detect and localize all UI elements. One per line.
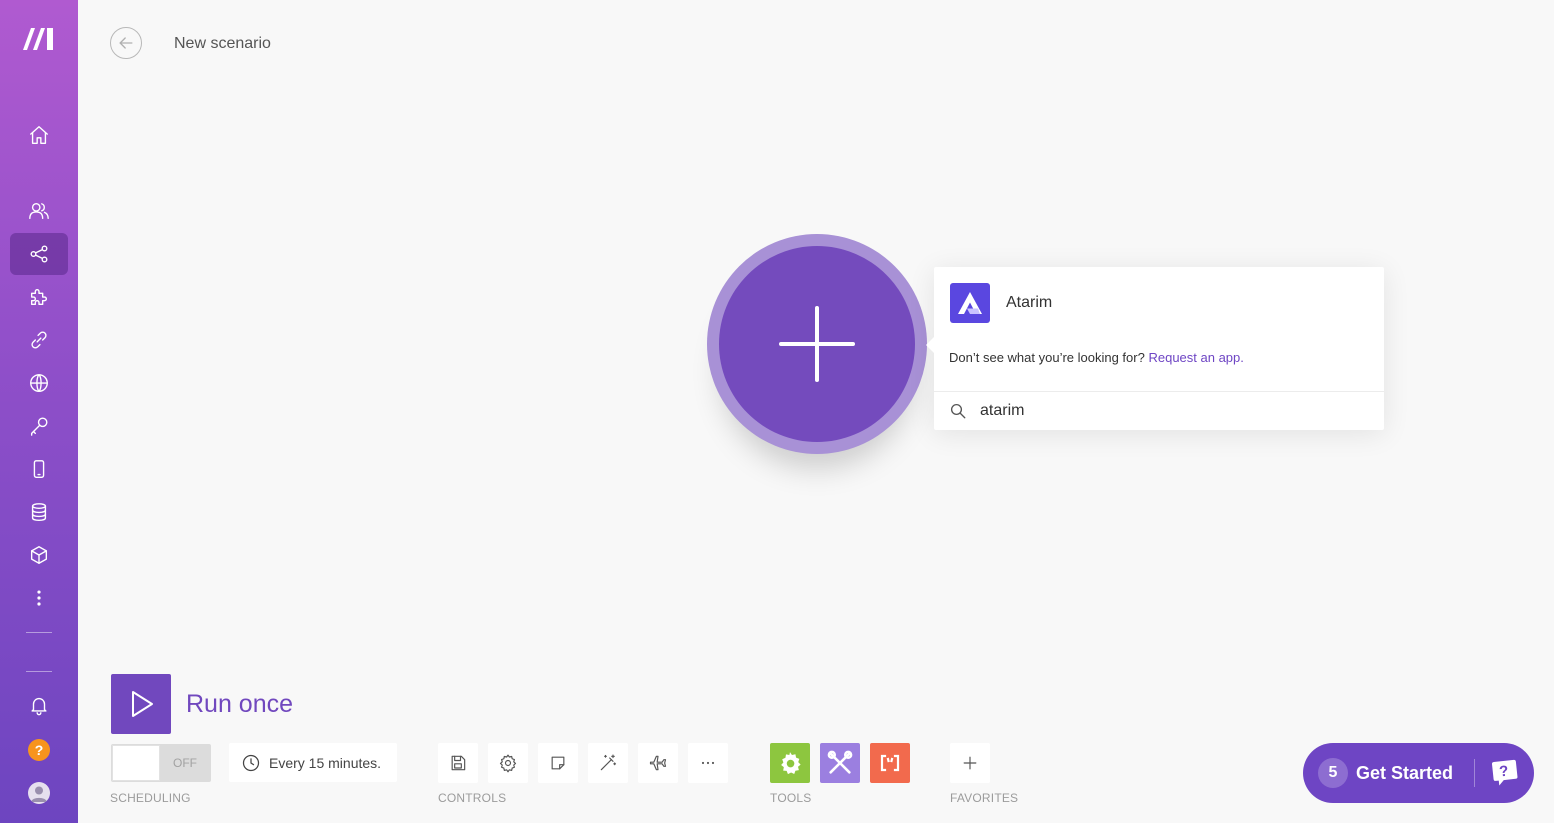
schedule-label: Every 15 minutes. xyxy=(269,754,382,771)
settings-button[interactable] xyxy=(488,743,528,783)
sidebar-divider xyxy=(26,632,52,633)
sidebar-item-connections[interactable] xyxy=(10,319,68,361)
get-started-count: 5 xyxy=(1318,758,1348,788)
request-app-link[interactable]: Request an app. xyxy=(1148,350,1243,365)
app-search-input[interactable] xyxy=(980,402,1360,420)
sidebar-item-webhooks[interactable] xyxy=(10,362,68,404)
toggle-state-label: OFF xyxy=(173,756,197,770)
tools-section-label: TOOLS xyxy=(770,791,812,805)
puzzle-icon xyxy=(30,289,47,306)
get-started-button[interactable]: 5 Get Started ? xyxy=(1303,743,1534,803)
text-parser-tool[interactable] xyxy=(870,743,910,783)
magic-wand-icon xyxy=(600,754,617,771)
avatar[interactable] xyxy=(28,782,50,804)
svg-text:?: ? xyxy=(1498,763,1509,781)
sidebar-item-home[interactable] xyxy=(10,114,68,156)
sidebar-item-templates[interactable] xyxy=(10,276,68,318)
get-started-label: Get Started xyxy=(1356,762,1454,783)
run-once-label[interactable]: Run once xyxy=(186,690,293,719)
popover-arrow xyxy=(926,337,934,353)
home-icon xyxy=(30,126,48,144)
sidebar-item-more[interactable] xyxy=(10,577,68,619)
plus-icon xyxy=(963,756,977,770)
note-icon xyxy=(551,756,565,770)
search-result-label: Atarim xyxy=(1006,294,1053,311)
database-icon xyxy=(31,503,47,521)
flow-control-tool[interactable] xyxy=(770,743,810,783)
sidebar-item-scenarios[interactable] xyxy=(10,233,68,275)
more-vertical-icon xyxy=(37,590,41,606)
share-icon xyxy=(30,245,48,263)
gear-icon xyxy=(781,752,801,775)
add-module-inner[interactable] xyxy=(719,246,915,442)
notes-button[interactable] xyxy=(538,743,578,783)
run-once-button[interactable] xyxy=(111,674,171,734)
users-icon xyxy=(29,202,49,220)
wrench-screwdriver-icon xyxy=(827,750,853,774)
sidebar-item-data-structures[interactable] xyxy=(10,534,68,576)
save-icon xyxy=(451,755,466,771)
link-icon xyxy=(31,331,47,349)
more-horizontal-icon xyxy=(701,761,715,765)
auto-align-button[interactable] xyxy=(588,743,628,783)
sidebar-item-data-stores[interactable] xyxy=(10,491,68,533)
help-chat-icon[interactable]: ? xyxy=(1487,756,1521,790)
toggle-knob xyxy=(112,745,160,781)
airplane-icon xyxy=(649,755,667,771)
phone-icon xyxy=(33,460,45,478)
app-search-popover: Atarim Don’t see what you’re looking for… xyxy=(926,267,1384,430)
globe-icon xyxy=(30,374,48,392)
missing-app-text: Don’t see what you’re looking for? Reque… xyxy=(949,350,1244,365)
clock-icon xyxy=(242,754,260,771)
tools-tool[interactable] xyxy=(820,743,860,783)
help-icon[interactable]: ? xyxy=(28,739,50,761)
save-button[interactable] xyxy=(438,743,478,783)
settings-icon xyxy=(499,754,517,773)
favorites-section-label: FAVORITES xyxy=(950,791,1019,805)
sidebar-divider xyxy=(26,671,52,672)
search-result-atarim[interactable]: Atarim xyxy=(950,283,1052,323)
scheduling-section-label: SCHEDULING xyxy=(110,791,191,805)
scheduling-toggle[interactable]: OFF xyxy=(111,744,211,782)
add-module-button[interactable] xyxy=(707,234,927,454)
arrow-left-icon xyxy=(119,37,133,49)
sidebar-item-team[interactable] xyxy=(10,190,68,232)
atarim-logo xyxy=(950,283,990,323)
app-search-bar xyxy=(934,391,1384,430)
schedule-button[interactable]: Every 15 minutes. xyxy=(229,743,397,782)
bell-icon xyxy=(31,697,47,716)
make-logo[interactable] xyxy=(21,24,59,52)
add-favorite-button[interactable] xyxy=(950,743,990,783)
missing-app-label: Don’t see what you’re looking for? xyxy=(949,350,1145,365)
more-button[interactable] xyxy=(688,743,728,783)
page-title[interactable]: New scenario xyxy=(174,35,271,53)
text-parser-icon xyxy=(880,754,900,772)
back-button[interactable] xyxy=(110,27,142,59)
cube-icon xyxy=(30,546,48,564)
sidebar-item-notifications[interactable] xyxy=(10,684,68,726)
sidebar-item-keys[interactable] xyxy=(10,405,68,447)
play-icon xyxy=(132,691,153,717)
flow-button[interactable] xyxy=(638,743,678,783)
plus-icon xyxy=(779,306,855,382)
sidebar-item-devices[interactable] xyxy=(10,448,68,490)
sidebar: ? xyxy=(0,0,78,823)
get-started-divider xyxy=(1474,759,1475,787)
search-icon xyxy=(950,403,966,419)
key-icon xyxy=(30,417,48,436)
controls-section-label: CONTROLS xyxy=(438,791,507,805)
